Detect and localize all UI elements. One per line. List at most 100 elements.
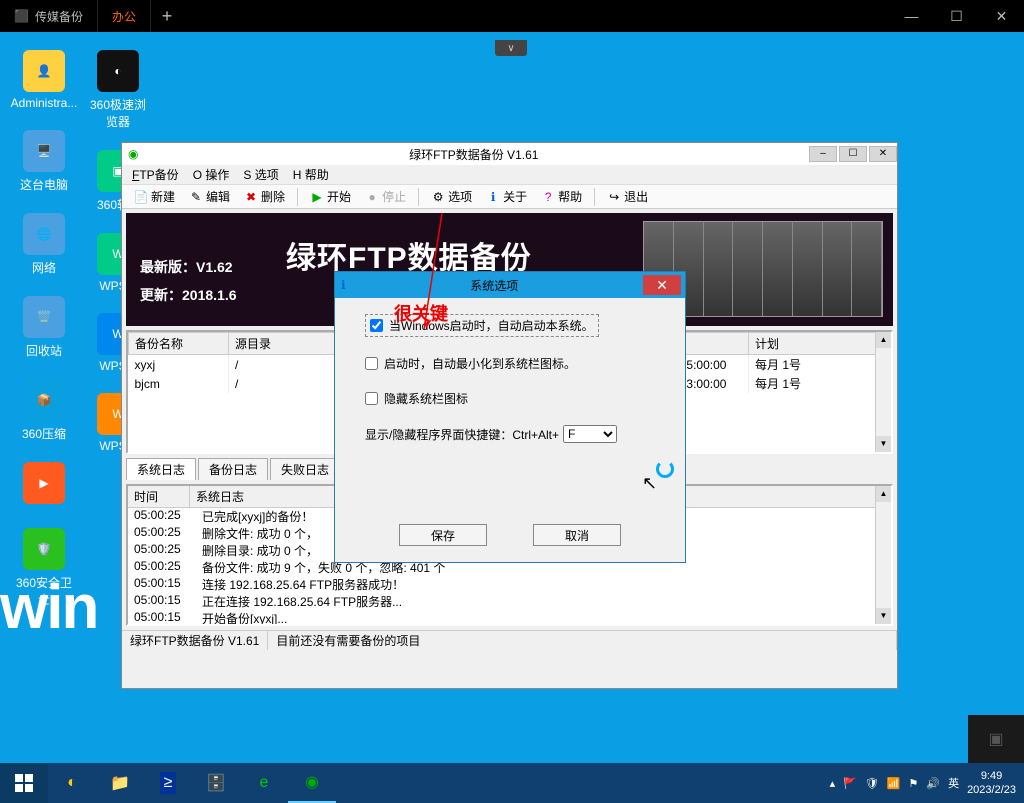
app-icon: ◉ bbox=[128, 147, 138, 161]
th-name[interactable]: 备份名称 bbox=[129, 333, 229, 355]
browser-titlebar: ⬛传媒备份 办公 + — ☐ ✕ bbox=[0, 0, 1024, 32]
new-tab-button[interactable]: + bbox=[151, 6, 183, 27]
system-options-dialog: ℹ 系统选项 ✕ 当Windows启动时，自动启动本系统。 启动时，自动最小化到… bbox=[334, 271, 686, 563]
taskbar-ie[interactable]: e bbox=[240, 763, 288, 803]
tray-net-icon[interactable]: 📶 bbox=[887, 777, 901, 790]
desktop-icon-administrator[interactable]: 👤Administra... bbox=[10, 50, 78, 110]
banner-updated: 更新：2018.1.6 bbox=[140, 285, 237, 305]
tb-delete[interactable]: ✖删除 bbox=[238, 186, 291, 207]
info-icon: ℹ bbox=[486, 190, 500, 204]
checkbox-autostart[interactable]: 当Windows启动时，自动启动本系统。 bbox=[365, 314, 599, 337]
tray-flag-icon[interactable]: 🚩 bbox=[843, 777, 857, 790]
tb-edit[interactable]: ✎编辑 bbox=[183, 186, 236, 207]
tb-help[interactable]: ?帮助 bbox=[535, 186, 588, 207]
hidetray-label: 隐藏系统栏图标 bbox=[384, 390, 468, 407]
tab-baklog[interactable]: 备份日志 bbox=[198, 458, 268, 480]
taskbar-clock[interactable]: 9:49 2023/2/23 bbox=[967, 769, 1016, 797]
dialog-title: 系统选项 bbox=[352, 277, 637, 294]
taskbar-360[interactable]: ◐ bbox=[48, 763, 96, 803]
desktop-icon-computer[interactable]: 🖥️这台电脑 bbox=[10, 130, 78, 193]
window-minimize[interactable]: — bbox=[889, 0, 934, 32]
window-close[interactable]: ✕ bbox=[979, 0, 1024, 32]
minimize-checkbox-input[interactable] bbox=[365, 357, 378, 370]
app-minimize[interactable]: – bbox=[809, 146, 837, 162]
new-icon: 📄 bbox=[134, 190, 148, 204]
menu-help[interactable]: H 帮助 bbox=[293, 166, 329, 183]
app-maximize[interactable]: ☐ bbox=[839, 146, 867, 162]
start-button[interactable] bbox=[0, 763, 48, 803]
status-right: 目前还没有需要备份的项目 bbox=[268, 631, 897, 650]
desktop-icon-recycle[interactable]: 🗑️回收站 bbox=[10, 296, 78, 359]
checkbox-minimize[interactable]: 启动时，自动最小化到系统栏图标。 bbox=[365, 355, 655, 372]
tab-syslog[interactable]: 系统日志 bbox=[126, 458, 196, 480]
app-menubar: FTP备份 O 操作 S 选项 H 帮助 bbox=[122, 165, 897, 185]
dropdown-handle[interactable]: ∨ bbox=[495, 40, 527, 56]
tb-about[interactable]: ℹ关于 bbox=[480, 186, 533, 207]
save-button[interactable]: 保存 bbox=[399, 524, 487, 546]
help-icon: ? bbox=[541, 190, 555, 204]
tab-office[interactable]: 办公 bbox=[98, 0, 151, 32]
hotkey-row: 显示/隐藏程序界面快捷键：Ctrl+Alt+ F bbox=[365, 425, 655, 443]
hidetray-checkbox-input[interactable] bbox=[365, 392, 378, 405]
banner-latest: 最新版：V1.62 bbox=[140, 257, 237, 277]
tray-shield-icon[interactable]: 🛡 bbox=[865, 777, 879, 790]
taskbar-explorer[interactable]: 📁 bbox=[96, 763, 144, 803]
gear-icon: ⚙ bbox=[431, 190, 445, 204]
log-row: 05:00:15正在连接 192.168.25.64 FTP服务器... bbox=[128, 593, 891, 610]
play-icon: ▶ bbox=[310, 190, 324, 204]
desktop-icon-360zip[interactable]: 📦360压缩 bbox=[10, 379, 78, 442]
tb-new[interactable]: 📄新建 bbox=[128, 186, 181, 207]
exit-icon: ↪ bbox=[607, 190, 621, 204]
menu-operate[interactable]: O 操作 bbox=[193, 166, 230, 183]
taskbar: ◐ 📁 ≥ 🗄️ e ◉ ▴ 🚩 🛡 📶 ⚑ 🔊 英 9:49 2023/2/2… bbox=[0, 763, 1024, 803]
log-row: 05:00:15开始备份[xyxj]... bbox=[128, 610, 891, 626]
tb-options[interactable]: ⚙选项 bbox=[425, 186, 478, 207]
log-row: 05:00:15连接 192.168.25.64 FTP服务器成功！ bbox=[128, 576, 891, 593]
app-title: 绿环FTP数据备份 V1.61 bbox=[144, 146, 803, 163]
table-scrollbar[interactable]: ▲▼ bbox=[875, 332, 891, 452]
hotkey-select[interactable]: F bbox=[563, 425, 617, 443]
checkbox-hidetray[interactable]: 隐藏系统栏图标 bbox=[365, 390, 655, 407]
hotkey-label: 显示/隐藏程序界面快捷键：Ctrl+Alt+ bbox=[365, 426, 559, 443]
autostart-checkbox-input[interactable] bbox=[370, 319, 383, 332]
taskbar-server[interactable]: 🗄️ bbox=[192, 763, 240, 803]
status-left: 绿环FTP数据备份 V1.61 bbox=[122, 631, 268, 650]
system-tray: ▴ 🚩 🛡 📶 ⚑ 🔊 英 9:49 2023/2/23 bbox=[830, 769, 1024, 797]
dialog-close[interactable]: ✕ bbox=[643, 275, 681, 295]
tray-ime[interactable]: 英 bbox=[948, 775, 959, 791]
dialog-titlebar[interactable]: ℹ 系统选项 ✕ bbox=[335, 272, 685, 298]
tray-flag2-icon[interactable]: ⚑ bbox=[908, 777, 918, 790]
desktop-icons-col1: 👤Administra... 🖥️这台电脑 🌐网络 🗑️回收站 📦360压缩 ▶… bbox=[10, 50, 78, 608]
stop-icon: ● bbox=[365, 190, 379, 204]
tb-stop[interactable]: ●停止 bbox=[359, 186, 412, 207]
windows-icon bbox=[15, 774, 33, 792]
taskbar-powershell[interactable]: ≥ bbox=[144, 763, 192, 803]
th-plan[interactable]: 计划 bbox=[749, 333, 891, 355]
menu-options[interactable]: S 选项 bbox=[243, 166, 278, 183]
app-statusbar: 绿环FTP数据备份 V1.61 目前还没有需要备份的项目 bbox=[122, 630, 897, 650]
minimize-label: 启动时，自动最小化到系统栏图标。 bbox=[384, 355, 576, 372]
desktop-icon-360safe[interactable]: 🛡️360安全卫士 bbox=[10, 528, 78, 608]
tray-up-icon[interactable]: ▴ bbox=[830, 777, 836, 790]
delete-icon: ✖ bbox=[244, 190, 258, 204]
app-toolbar: 📄新建 ✎编辑 ✖删除 ▶开始 ●停止 ⚙选项 ℹ关于 ?帮助 ↪退出 bbox=[122, 185, 897, 209]
tab-media-backup[interactable]: ⬛传媒备份 bbox=[0, 0, 98, 32]
desktop-icon-360browser[interactable]: ◐360极速浏览器 bbox=[84, 50, 152, 130]
tray-vol-icon[interactable]: 🔊 bbox=[926, 777, 940, 790]
tb-exit[interactable]: ↪退出 bbox=[601, 186, 654, 207]
taskbar-ftp-app[interactable]: ◉ bbox=[288, 763, 336, 803]
app-titlebar: ◉ 绿环FTP数据备份 V1.61 – ☐ ✕ bbox=[122, 143, 897, 165]
window-maximize[interactable]: ☐ bbox=[934, 0, 979, 32]
app-close[interactable]: ✕ bbox=[869, 146, 897, 162]
tb-start[interactable]: ▶开始 bbox=[304, 186, 357, 207]
log-th-time[interactable]: 时间 bbox=[128, 486, 190, 507]
side-tray[interactable]: ▣ bbox=[968, 715, 1024, 763]
desktop-icon-app[interactable]: ▶ bbox=[10, 462, 78, 508]
menu-ftp[interactable]: FTP备份 bbox=[132, 166, 179, 183]
autostart-label: 当Windows启动时，自动启动本系统。 bbox=[389, 317, 594, 334]
tab-faillog[interactable]: 失败日志 bbox=[270, 458, 340, 480]
cancel-button[interactable]: 取消 bbox=[533, 524, 621, 546]
edit-icon: ✎ bbox=[189, 190, 203, 204]
log-scrollbar[interactable]: ▲▼ bbox=[875, 486, 891, 624]
desktop-icon-network[interactable]: 🌐网络 bbox=[10, 213, 78, 276]
